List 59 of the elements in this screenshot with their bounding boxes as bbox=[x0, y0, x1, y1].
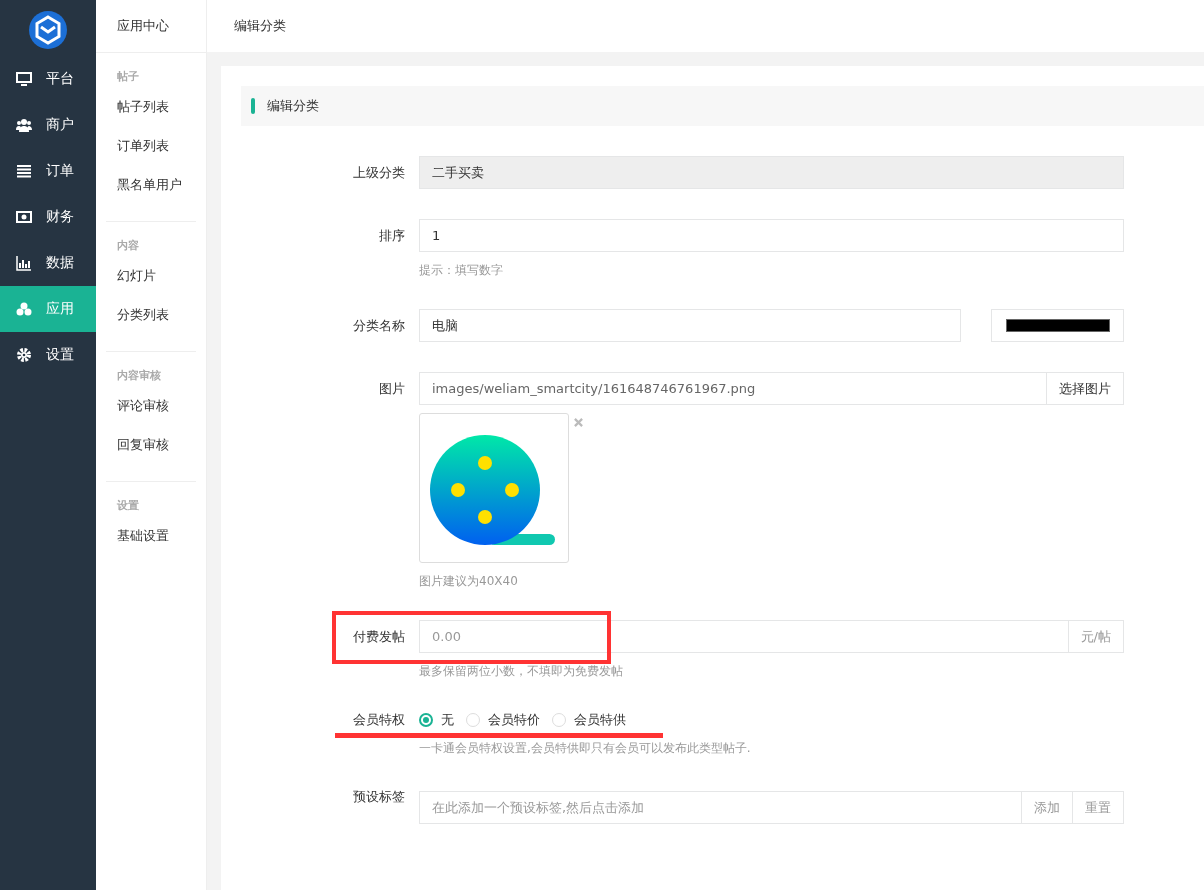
field-hint: 最多保留两位小数，不填即为免费发帖 bbox=[419, 663, 624, 680]
users-icon bbox=[16, 117, 32, 133]
field-label: 会员特权 bbox=[353, 711, 405, 729]
money-icon bbox=[16, 209, 32, 225]
nav-item[interactable]: 平台 bbox=[0, 56, 96, 102]
sub-nav-item[interactable]: 回复审核 bbox=[117, 436, 196, 475]
group-heading: 设置 bbox=[117, 498, 140, 513]
group-heading: 内容 bbox=[117, 238, 140, 253]
list-icon bbox=[16, 163, 32, 179]
choose-image-button[interactable]: 选择图片 bbox=[1047, 372, 1124, 405]
field-label: 图片 bbox=[379, 380, 405, 398]
field-hint: 提示：填写数字 bbox=[419, 262, 504, 279]
nav-item[interactable]: 数据 bbox=[0, 240, 96, 286]
nav-label: 商户 bbox=[46, 116, 74, 134]
field-label: 上级分类 bbox=[353, 164, 405, 182]
nav-label: 应用 bbox=[46, 300, 74, 318]
image-path-input[interactable]: images/weliam_smartcity/161648746761967.png bbox=[419, 372, 1047, 405]
sub-nav-item[interactable]: 订单列表 bbox=[117, 137, 196, 176]
sub-nav-item[interactable]: 评论审核 bbox=[117, 397, 196, 436]
panel-title: 编辑分类 bbox=[267, 97, 319, 115]
field-label: 分类名称 bbox=[353, 317, 405, 335]
nav-item[interactable]: 设置 bbox=[0, 332, 96, 378]
nav-label: 数据 bbox=[46, 254, 74, 272]
nav-item[interactable]: 订单 bbox=[0, 148, 96, 194]
nav-label: 设置 bbox=[46, 346, 74, 364]
field-label: 预设标签 bbox=[353, 788, 405, 806]
field-label: 付费发帖 bbox=[353, 628, 405, 646]
chart-icon bbox=[16, 255, 32, 271]
radio-option[interactable]: 无 bbox=[419, 711, 456, 729]
gear-icon bbox=[16, 347, 32, 363]
field-hint: 一卡通会员特权设置,会员特供即只有会员可以发布此类型帖子. bbox=[419, 740, 752, 757]
sub-nav-title: 应用中心 bbox=[117, 17, 169, 35]
radio-option[interactable]: 会员特供 bbox=[552, 711, 628, 729]
field-hint: 图片建议为40X40 bbox=[419, 573, 519, 590]
apps-icon bbox=[16, 301, 32, 317]
accent-bar bbox=[251, 98, 255, 114]
sort-input[interactable]: 1 bbox=[419, 219, 1124, 252]
color-picker[interactable] bbox=[991, 309, 1124, 342]
monitor-icon bbox=[16, 71, 32, 87]
nav-label: 平台 bbox=[46, 70, 74, 88]
sub-nav-item[interactable]: 分类列表 bbox=[117, 306, 196, 345]
parent-category-field: 二手买卖 bbox=[419, 156, 1124, 189]
category-name-input[interactable]: 电脑 bbox=[419, 309, 961, 342]
breadcrumb: 编辑分类 bbox=[234, 17, 286, 35]
group-heading: 内容审核 bbox=[117, 368, 162, 383]
group-heading: 帖子 bbox=[117, 69, 140, 84]
logo-icon bbox=[28, 10, 68, 50]
sub-nav-item[interactable]: 基础设置 bbox=[117, 527, 196, 566]
unit-label: 元/帖 bbox=[1068, 620, 1124, 653]
fee-input[interactable]: 0.00 bbox=[419, 620, 1069, 653]
sub-nav-item[interactable]: 幻灯片 bbox=[117, 267, 196, 306]
radio-option[interactable]: 会员特价 bbox=[466, 711, 542, 729]
field-label: 排序 bbox=[379, 227, 405, 245]
nav-item[interactable]: 财务 bbox=[0, 194, 96, 240]
nav-label: 订单 bbox=[46, 162, 74, 180]
sub-nav-item[interactable]: 帖子列表 bbox=[117, 98, 196, 137]
nav-item[interactable]: 商户 bbox=[0, 102, 96, 148]
nav-label: 财务 bbox=[46, 208, 74, 226]
sub-nav-item[interactable]: 黑名单用户 bbox=[117, 176, 196, 215]
